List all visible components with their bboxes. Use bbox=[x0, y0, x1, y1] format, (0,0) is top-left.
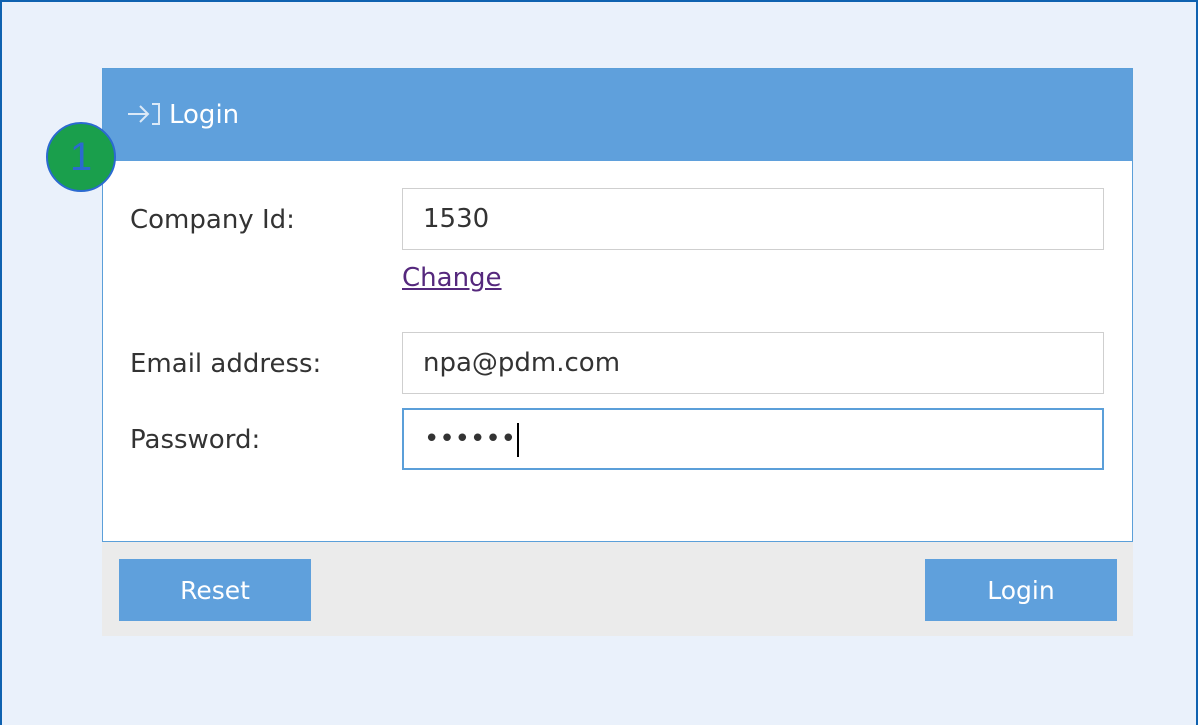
change-company-link[interactable]: Change bbox=[402, 262, 502, 294]
reset-button[interactable]: Reset bbox=[119, 559, 311, 621]
step-badge: 1 bbox=[46, 122, 116, 192]
company-id-field[interactable]: 1530 bbox=[402, 188, 1104, 250]
email-field[interactable]: npa@pdm.com bbox=[402, 332, 1104, 394]
password-label: Password: bbox=[130, 425, 261, 455]
password-field[interactable]: •••••• bbox=[402, 408, 1104, 470]
company-id-label: Company Id: bbox=[130, 205, 295, 235]
text-caret bbox=[517, 422, 520, 457]
password-value: •••••• bbox=[424, 424, 517, 454]
login-panel: Login bbox=[102, 68, 1133, 542]
sign-in-arrow-icon bbox=[128, 103, 160, 125]
login-header: Login bbox=[103, 69, 1132, 161]
login-button[interactable]: Login bbox=[925, 559, 1117, 621]
login-title: Login bbox=[169, 100, 240, 130]
email-label: Email address: bbox=[130, 349, 322, 379]
